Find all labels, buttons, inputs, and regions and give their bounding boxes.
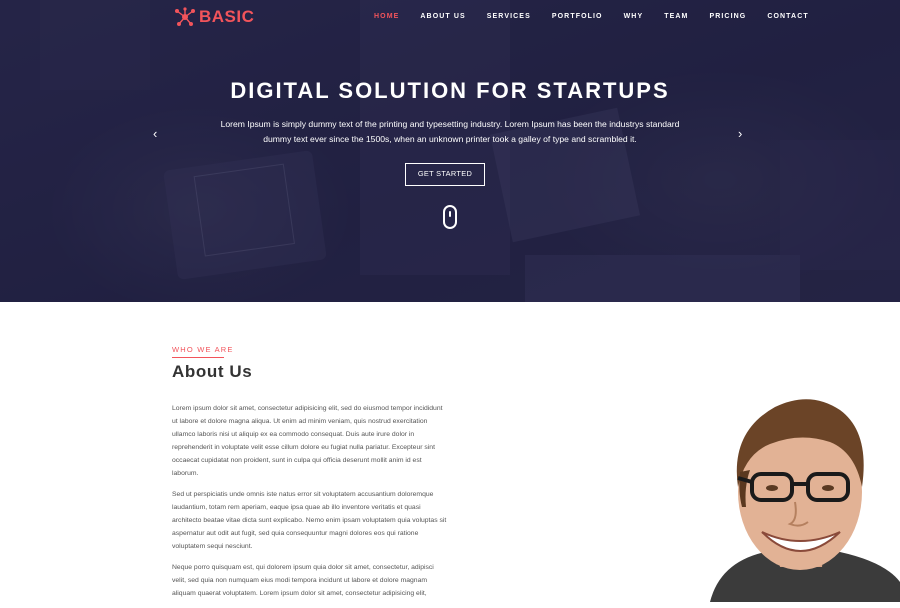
hero-section: BASIC HOME ABOUT US SERVICES PORTFOLIO W… <box>0 0 900 302</box>
person-portrait <box>710 399 900 602</box>
get-started-button[interactable]: GET STARTED <box>405 163 485 186</box>
nav-item-contact[interactable]: CONTACT <box>767 13 808 20</box>
about-text: Lorem ipsum dolor sit amet, consectetur … <box>172 402 447 608</box>
logo-text: BASIC <box>199 7 255 26</box>
mouse-scroll-icon[interactable] <box>443 205 457 229</box>
logo[interactable]: BASIC <box>174 7 254 27</box>
hero-overlay <box>0 0 900 302</box>
molecule-logo-icon <box>175 7 195 26</box>
section-title: About Us <box>172 362 253 381</box>
about-paragraph-2: Sed ut perspiciatis unde omnis iste natu… <box>172 491 447 550</box>
nav-item-why[interactable]: WHY <box>624 13 644 20</box>
section-kicker: WHO WE ARE <box>172 345 234 354</box>
nav-item-home[interactable]: HOME <box>374 13 399 20</box>
hero-title: DIGITAL SOLUTION FOR STARTUPS <box>230 78 670 103</box>
kicker-underline <box>172 357 224 358</box>
nav-item-pricing[interactable]: PRICING <box>709 13 746 20</box>
nav-item-portfolio[interactable]: PORTFOLIO <box>552 13 603 20</box>
about-paragraph-3: Neque porro quisquam est, qui dolorem ip… <box>172 564 434 597</box>
nav-item-about-us[interactable]: ABOUT US <box>420 13 465 20</box>
hero-subtitle: Lorem Ipsum is simply dummy text of the … <box>220 119 680 144</box>
nav-item-team[interactable]: TEAM <box>664 13 688 20</box>
main-nav: HOME ABOUT US SERVICES PORTFOLIO WHY TEA… <box>374 13 830 20</box>
about-paragraph-1: Lorem ipsum dolor sit amet, consectetur … <box>172 405 443 477</box>
mouse-wheel <box>449 211 451 217</box>
about-section: WHO WE ARE About Us Lorem ipsum dolor si… <box>0 302 900 602</box>
navbar: BASIC HOME ABOUT US SERVICES PORTFOLIO W… <box>0 0 900 36</box>
chevron-left-icon[interactable]: ‹ <box>153 127 157 141</box>
chevron-right-icon[interactable]: › <box>738 127 742 141</box>
nav-item-services[interactable]: SERVICES <box>487 13 531 20</box>
